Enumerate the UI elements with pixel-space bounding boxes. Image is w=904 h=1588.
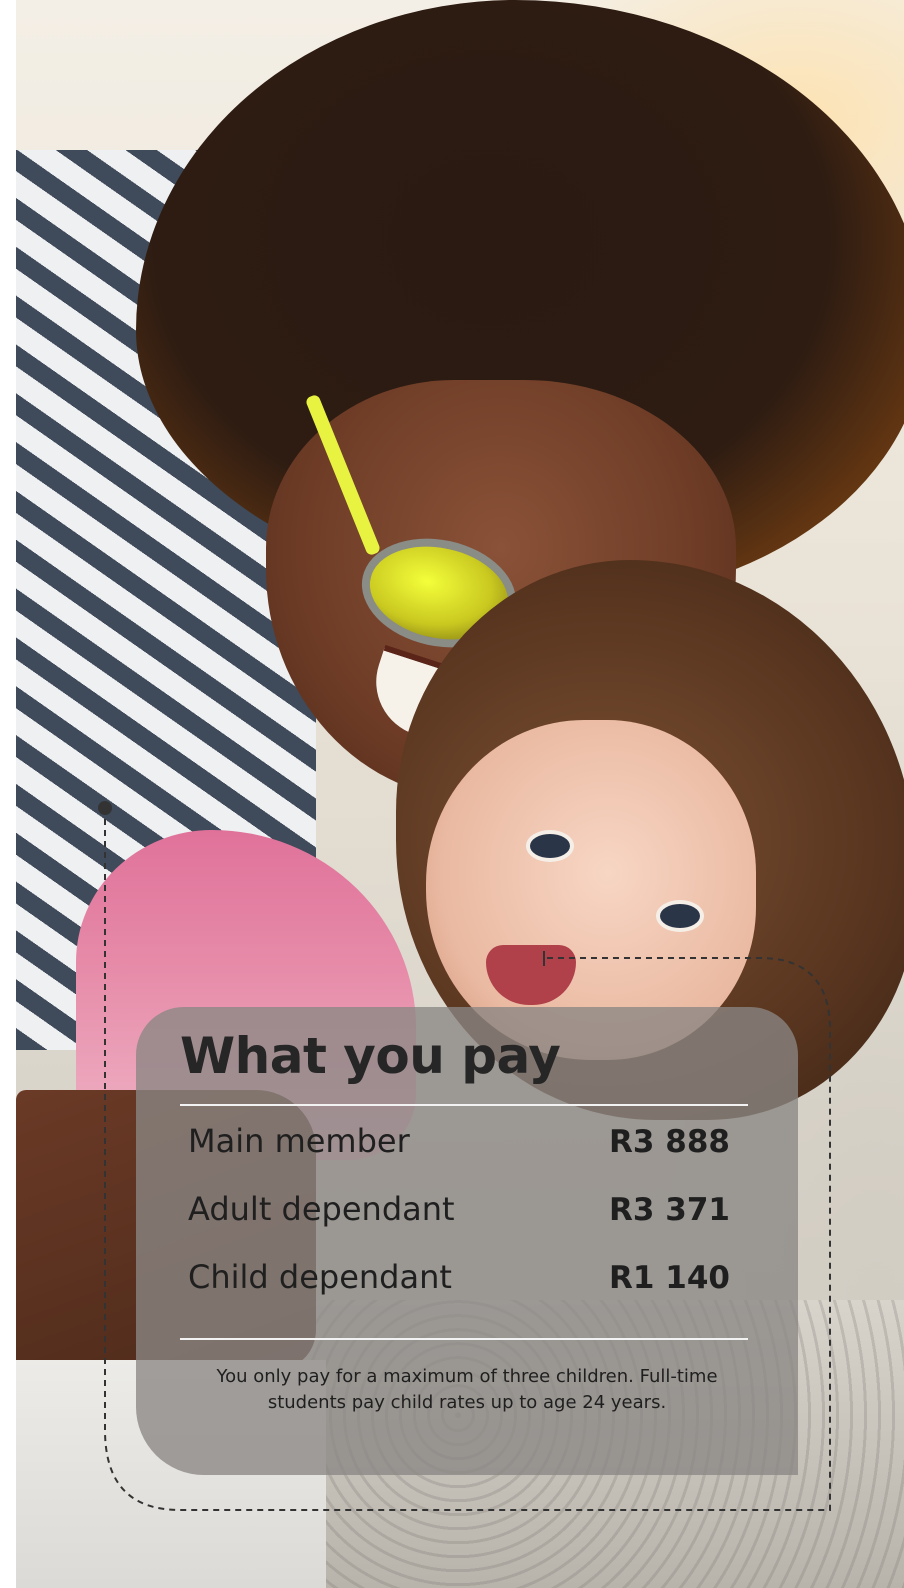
note-divider [180, 1338, 748, 1340]
price-label: Child dependant [188, 1258, 452, 1296]
price-label: Main member [188, 1122, 410, 1160]
girl-eye-left [526, 830, 574, 862]
price-list: Main member R3 888 Adult dependant R3 37… [180, 1122, 754, 1326]
price-row-adult-dependant: Adult dependant R3 371 [188, 1190, 730, 1258]
title-divider [180, 1104, 748, 1106]
pricing-card: What you pay Main member R3 888 Adult de… [136, 1007, 798, 1475]
price-label: Adult dependant [188, 1190, 455, 1228]
girl-eye-right [656, 900, 704, 932]
price-value: R1 140 [609, 1260, 730, 1296]
page: What you pay Main member R3 888 Adult de… [0, 0, 904, 1588]
card-title: What you pay [180, 1027, 561, 1085]
footnote-line-1: You only pay for a maximum of three chil… [216, 1366, 718, 1387]
footnote: You only pay for a maximum of three chil… [180, 1364, 754, 1416]
price-value: R3 888 [609, 1124, 730, 1160]
price-row-child-dependant: Child dependant R1 140 [188, 1258, 730, 1326]
price-row-main-member: Main member R3 888 [188, 1122, 730, 1190]
footnote-line-2: students pay child rates up to age 24 ye… [267, 1392, 667, 1413]
price-value: R3 371 [609, 1192, 730, 1228]
